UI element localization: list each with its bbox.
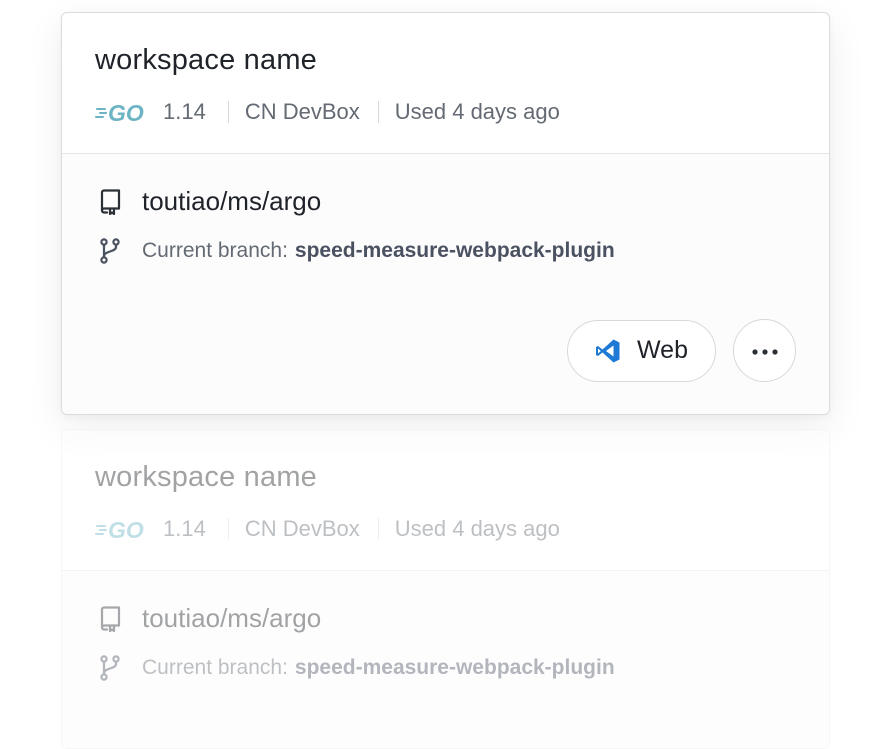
svg-text:GO: GO	[108, 518, 144, 540]
last-used: Used 4 days ago	[394, 516, 560, 541]
more-options-button[interactable]	[733, 319, 796, 382]
more-icon	[751, 342, 778, 360]
meta-divider	[227, 101, 229, 123]
open-web-button[interactable]: Web	[567, 319, 716, 382]
workspace-card-body: toutiao/ms/argo Current branch: speed-me…	[62, 571, 829, 748]
svg-text:GO: GO	[108, 101, 144, 123]
workspace-card[interactable]: workspace name GO 1.14 CN DevBox Used 4 …	[61, 12, 830, 415]
open-web-label: Web	[637, 336, 688, 364]
language-version: 1.14	[163, 99, 206, 124]
repo-icon	[95, 604, 125, 634]
card-actions: Web	[567, 319, 796, 382]
repo-row: toutiao/ms/argo	[95, 603, 321, 634]
workspace-card-header: workspace name GO 1.14 CN DevBox Used 4 …	[62, 13, 829, 154]
branch-label: Current branch:	[142, 239, 288, 262]
branch-name: speed-measure-webpack-plugin	[294, 239, 615, 262]
workspace-name: workspace name	[95, 44, 318, 76]
branch-row: Current branch: speed-measure-webpack-pl…	[95, 236, 615, 266]
workspace-card-body: toutiao/ms/argo Current branch: speed-me…	[62, 154, 829, 414]
workspace-meta: GO 1.14 CN DevBox Used 4 days ago	[95, 514, 560, 544]
meta-divider	[377, 101, 379, 123]
go-logo-icon: GO	[95, 518, 149, 540]
go-logo-icon: GO	[95, 101, 149, 123]
vscode-icon	[595, 338, 621, 364]
branch-name: speed-measure-webpack-plugin	[294, 656, 615, 679]
workspace-card-header: workspace name GO 1.14 CN DevBox Used 4 …	[62, 430, 829, 571]
repo-row: toutiao/ms/argo	[95, 186, 321, 217]
branch-label: Current branch:	[142, 656, 288, 679]
last-used: Used 4 days ago	[394, 99, 560, 124]
workspace-meta: GO 1.14 CN DevBox Used 4 days ago	[95, 97, 560, 127]
git-branch-icon	[95, 236, 125, 266]
devbox-name: CN DevBox	[244, 99, 360, 124]
workspace-name: workspace name	[95, 461, 318, 493]
git-branch-icon	[95, 653, 125, 683]
meta-divider	[227, 518, 229, 540]
repo-name: toutiao/ms/argo	[142, 186, 322, 216]
repo-icon	[95, 187, 125, 217]
repo-name: toutiao/ms/argo	[142, 603, 322, 633]
meta-divider	[377, 518, 379, 540]
language-version: 1.14	[163, 516, 206, 541]
workspace-card[interactable]: workspace name GO 1.14 CN DevBox Used 4 …	[61, 429, 830, 749]
branch-row: Current branch: speed-measure-webpack-pl…	[95, 653, 615, 683]
devbox-name: CN DevBox	[244, 516, 360, 541]
